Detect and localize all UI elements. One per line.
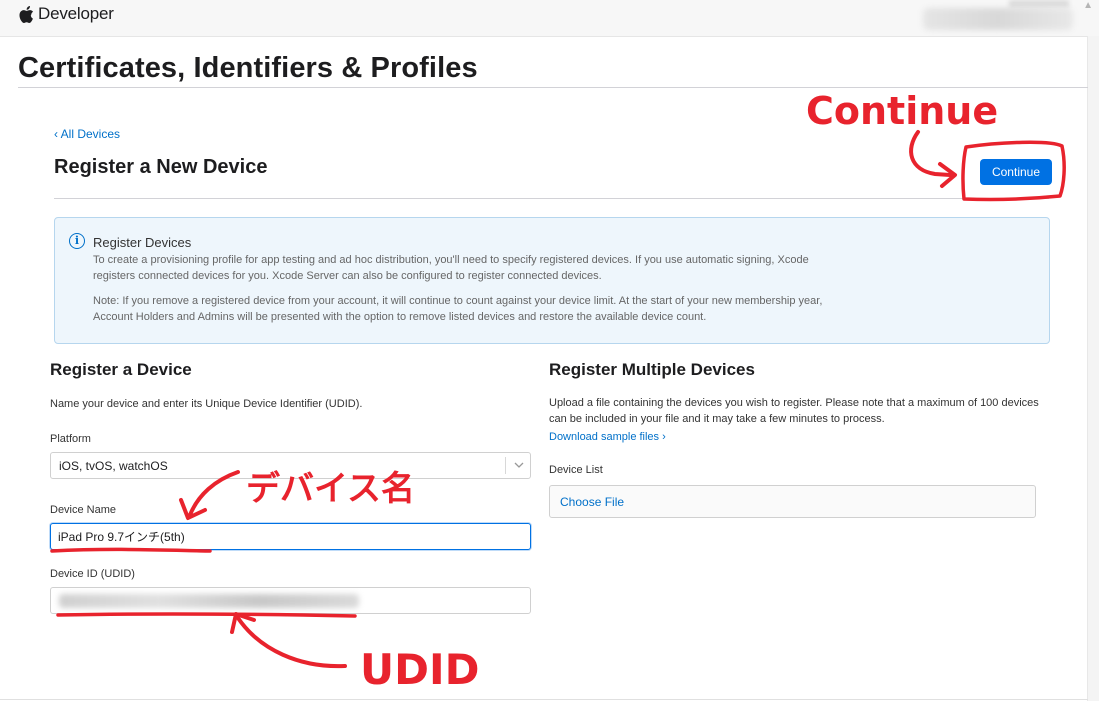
select-divider xyxy=(505,457,506,474)
developer-brand[interactable]: Developer xyxy=(18,4,114,24)
scrollbar-track[interactable] xyxy=(1087,36,1099,701)
scroll-up-arrow-icon[interactable]: ▲ xyxy=(1083,0,1093,11)
device-name-input[interactable] xyxy=(50,523,531,550)
continue-button[interactable]: Continue xyxy=(980,159,1052,185)
choose-file-button[interactable]: Choose File xyxy=(560,495,624,509)
brand-label: Developer xyxy=(38,4,114,23)
device-list-label: Device List xyxy=(549,464,603,476)
platform-select[interactable]: iOS, tvOS, watchOS xyxy=(50,452,531,479)
annotation-arrow-continue xyxy=(909,130,952,177)
annotation-udid-text: UDID xyxy=(360,645,479,694)
account-blur-top xyxy=(1009,0,1069,8)
udid-label: Device ID (UDID) xyxy=(50,568,135,580)
device-name-label: Device Name xyxy=(50,504,117,516)
info-box: i Register Devices To create a provision… xyxy=(54,217,1050,344)
chevron-down-icon xyxy=(514,462,524,468)
info-paragraph-1: To create a provisioning profile for app… xyxy=(93,254,809,282)
all-devices-link[interactable]: ‹ All Devices xyxy=(54,127,120,141)
page-title: Certificates, Identifiers & Profiles xyxy=(18,52,478,84)
account-menu-blurred[interactable] xyxy=(923,8,1073,30)
section-divider xyxy=(54,198,1049,199)
apple-logo-icon xyxy=(19,5,34,23)
device-list-file-input[interactable]: Choose File xyxy=(549,485,1036,518)
annotation-arrowhead-continue xyxy=(938,162,957,188)
register-device-description: Name your device and enter its Unique De… xyxy=(50,398,363,410)
platform-selected-value: iOS, tvOS, watchOS xyxy=(59,459,168,473)
top-nav-bar: Developer ▲ xyxy=(0,0,1099,37)
info-icon: i xyxy=(69,233,85,249)
annotation-underline-udid xyxy=(56,612,357,618)
udid-input[interactable] xyxy=(50,587,531,614)
annotation-continue-text: Continue xyxy=(806,89,998,133)
register-multiple-description: Upload a file containing the devices you… xyxy=(549,397,1039,425)
platform-label: Platform xyxy=(50,433,91,445)
udid-blurred-value xyxy=(59,594,359,608)
section-title: Register a New Device xyxy=(54,156,268,178)
info-title: Register Devices xyxy=(93,235,192,250)
annotation-arrowhead-udid xyxy=(230,612,256,634)
info-paragraph-2: Note: If you remove a registered device … xyxy=(93,295,823,323)
title-divider xyxy=(18,87,1088,88)
annotation-arrow-udid xyxy=(236,616,347,669)
annotation-arrowhead-device-name xyxy=(179,498,207,520)
bottom-divider xyxy=(0,699,1088,700)
register-multiple-title: Register Multiple Devices xyxy=(549,360,755,379)
download-sample-files-link[interactable]: Download sample files › xyxy=(549,431,666,443)
register-device-title: Register a Device xyxy=(50,360,192,379)
